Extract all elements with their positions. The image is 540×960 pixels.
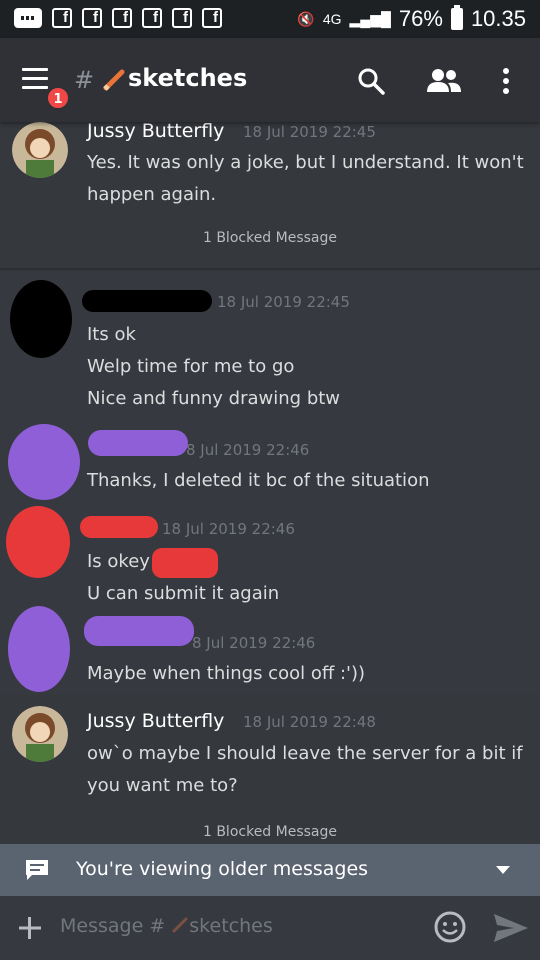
send-icon[interactable] (494, 914, 528, 942)
message-text: U can submit it again (87, 583, 280, 604)
message-text: Thanks, I deleted it bc of the situation (87, 470, 430, 491)
placeholder-prefix: Message # (60, 915, 172, 937)
message-input[interactable]: Message # sketches (60, 915, 273, 937)
older-messages-banner[interactable]: You're viewing older messages (0, 844, 540, 896)
facebook-notification-icon: f (202, 8, 222, 28)
redacted-avatar (8, 424, 80, 500)
message-text: Yes. It was only a joke, but I understan… (87, 152, 524, 173)
message-text: Is okey (87, 551, 150, 572)
blocked-messages-link[interactable]: 1 Blocked Message (0, 824, 540, 840)
blocked-messages-link[interactable]: 1 Blocked Message (0, 230, 540, 246)
timestamp: 18 Jul 2019 22:45 (217, 293, 350, 311)
facebook-notification-icon: f (52, 8, 72, 28)
redacted-avatar (8, 606, 70, 692)
add-attachment-icon[interactable] (18, 916, 42, 940)
message-text: ow`o maybe I should leave the server for… (87, 743, 523, 764)
timestamp: 8 Jul 2019 22:46 (192, 634, 316, 652)
pencil-icon (103, 69, 125, 91)
search-icon[interactable] (356, 66, 386, 96)
message: 18 Jul 2019 22:45 Its ok Welp time for m… (0, 280, 540, 420)
message: 8 Jul 2019 22:46 Thanks, I deleted it bc… (0, 424, 540, 504)
message-composer: Message # sketches (0, 896, 540, 960)
message-text: Maybe when things cool off :')) (87, 663, 366, 684)
redacted-avatar (10, 280, 72, 358)
redacted-avatar (6, 506, 70, 578)
message: 18 Jul 2019 22:46 Is okey U can submit i… (0, 506, 540, 606)
battery-icon (450, 5, 463, 30)
menu-icon[interactable] (22, 68, 52, 90)
status-bar: f f f f f f 🔇 4G ▂▄▆█ 76% 10.35 (0, 0, 540, 38)
message: Jussy Butterfly 18 Jul 2019 22:48 ow`o m… (0, 694, 540, 844)
channel-hash-icon: # (74, 66, 95, 94)
facebook-notification-icon: f (172, 8, 192, 28)
author-name[interactable]: Jussy Butterfly (87, 122, 224, 142)
timestamp: 8 Jul 2019 22:46 (186, 441, 310, 459)
network-type: 4G (322, 11, 342, 27)
redacted-mention (152, 548, 218, 578)
message: Jussy Butterfly 18 Jul 2019 22:45 Yes. I… (0, 122, 540, 272)
emoji-icon[interactable] (434, 911, 466, 943)
placeholder-channel: sketches (189, 915, 273, 937)
message-text: happen again. (87, 184, 217, 205)
avatar[interactable] (12, 706, 68, 762)
more-options-icon[interactable] (500, 66, 512, 96)
redacted-name (88, 430, 188, 456)
message-text: you want me to? (87, 775, 238, 796)
mute-icon: 🔇 (297, 10, 315, 27)
clock: 10.35 (470, 6, 526, 31)
message-list[interactable]: Jussy Butterfly 18 Jul 2019 22:45 Yes. I… (0, 122, 540, 844)
chat-icon (26, 860, 48, 880)
unread-badge: 1 (46, 86, 70, 110)
author-name[interactable]: Jussy Butterfly (87, 710, 224, 732)
chevron-down-icon[interactable] (496, 866, 510, 874)
timestamp: 18 Jul 2019 22:46 (162, 520, 295, 538)
redacted-name (80, 516, 158, 538)
message-notification-icon (14, 8, 42, 28)
signal-icon: ▂▄▆█ (349, 10, 391, 27)
facebook-notification-icon: f (82, 8, 102, 28)
message-text: Nice and funny drawing btw (87, 388, 341, 409)
facebook-notification-icon: f (142, 8, 162, 28)
message: 8 Jul 2019 22:46 Maybe when things cool … (0, 606, 540, 692)
redacted-name (84, 616, 194, 646)
facebook-notification-icon: f (112, 8, 132, 28)
message-text: Welp time for me to go (87, 356, 295, 377)
timestamp: 18 Jul 2019 22:45 (243, 123, 376, 141)
message-text: Its ok (87, 324, 136, 345)
timestamp: 18 Jul 2019 22:48 (243, 713, 376, 731)
channel-header: 1 # sketches (0, 38, 540, 122)
battery-percent: 76% (398, 6, 443, 31)
avatar[interactable] (12, 122, 68, 178)
channel-name: sketches (128, 64, 248, 92)
pencil-icon (172, 917, 188, 933)
divider (0, 268, 540, 270)
redacted-name (82, 290, 212, 312)
members-icon[interactable] (426, 66, 462, 96)
older-messages-label: You're viewing older messages (76, 858, 369, 880)
